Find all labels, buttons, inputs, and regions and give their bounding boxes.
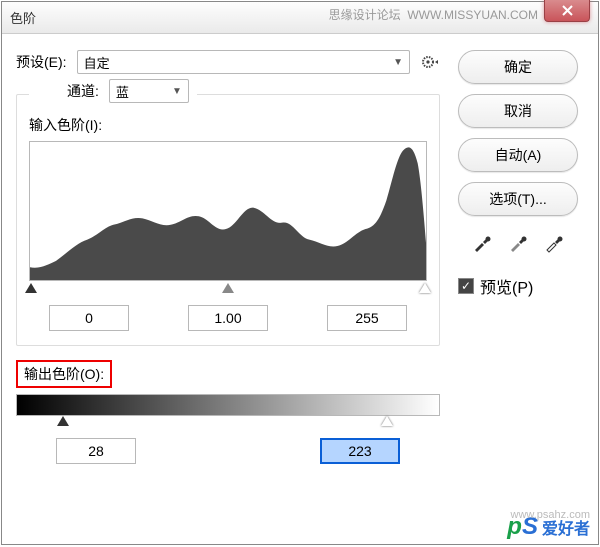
gray-eyedropper[interactable] [507, 232, 529, 254]
close-button[interactable] [544, 0, 590, 22]
input-gamma-field[interactable] [188, 305, 268, 331]
options-button[interactable]: 选项(T)... [458, 182, 578, 216]
preview-checkbox[interactable]: ✓ [458, 278, 474, 294]
output-white-handle[interactable] [381, 416, 393, 426]
preview-label: 预览(P) [480, 274, 533, 298]
cancel-button[interactable]: 取消 [458, 94, 578, 128]
eyedropper-icon [508, 233, 528, 253]
input-slider[interactable] [29, 283, 427, 297]
output-black-field[interactable] [56, 438, 136, 464]
input-levels-label: 输入色阶(I): [29, 115, 427, 135]
eyedropper-icon [544, 233, 564, 253]
preset-label: 预设(E): [16, 52, 67, 72]
ok-button[interactable]: 确定 [458, 50, 578, 84]
white-eyedropper[interactable] [543, 232, 565, 254]
black-eyedropper[interactable] [471, 232, 493, 254]
output-white-field[interactable] [320, 438, 400, 464]
input-white-field[interactable] [327, 305, 407, 331]
output-gradient [16, 394, 440, 416]
dialog-title: 色阶 [10, 8, 36, 27]
eyedropper-group [471, 232, 565, 254]
output-levels-label: 输出色阶(O): [16, 360, 112, 388]
channel-label: 通道: [67, 81, 99, 101]
dialog-window: 色阶 思缘设计论坛 WWW.MISSYUAN.COM 预设(E): 自定 ▼ [1, 1, 599, 545]
watermark-top: 思缘设计论坛 WWW.MISSYUAN.COM [329, 6, 538, 23]
black-point-handle[interactable] [25, 283, 37, 293]
channel-group: 通道: 蓝 ▼ 输入色阶(I): [16, 94, 440, 346]
gear-icon [421, 55, 439, 69]
auto-button[interactable]: 自动(A) [458, 138, 578, 172]
close-icon [562, 5, 573, 16]
output-slider[interactable] [16, 416, 440, 430]
preset-dropdown[interactable]: 自定 ▼ [77, 50, 410, 74]
eyedropper-icon [472, 233, 492, 253]
input-black-field[interactable] [49, 305, 129, 331]
white-point-handle[interactable] [419, 283, 431, 293]
preset-menu-button[interactable] [420, 55, 440, 69]
chevron-down-icon: ▼ [172, 86, 182, 97]
output-black-handle[interactable] [57, 416, 69, 426]
gamma-handle[interactable] [222, 283, 234, 293]
title-bar: 色阶 思缘设计论坛 WWW.MISSYUAN.COM [2, 2, 598, 34]
histogram [29, 141, 427, 281]
channel-dropdown[interactable]: 蓝 ▼ [109, 79, 189, 103]
footer-url: www.psahz.com [511, 509, 590, 521]
chevron-down-icon: ▼ [393, 57, 403, 68]
